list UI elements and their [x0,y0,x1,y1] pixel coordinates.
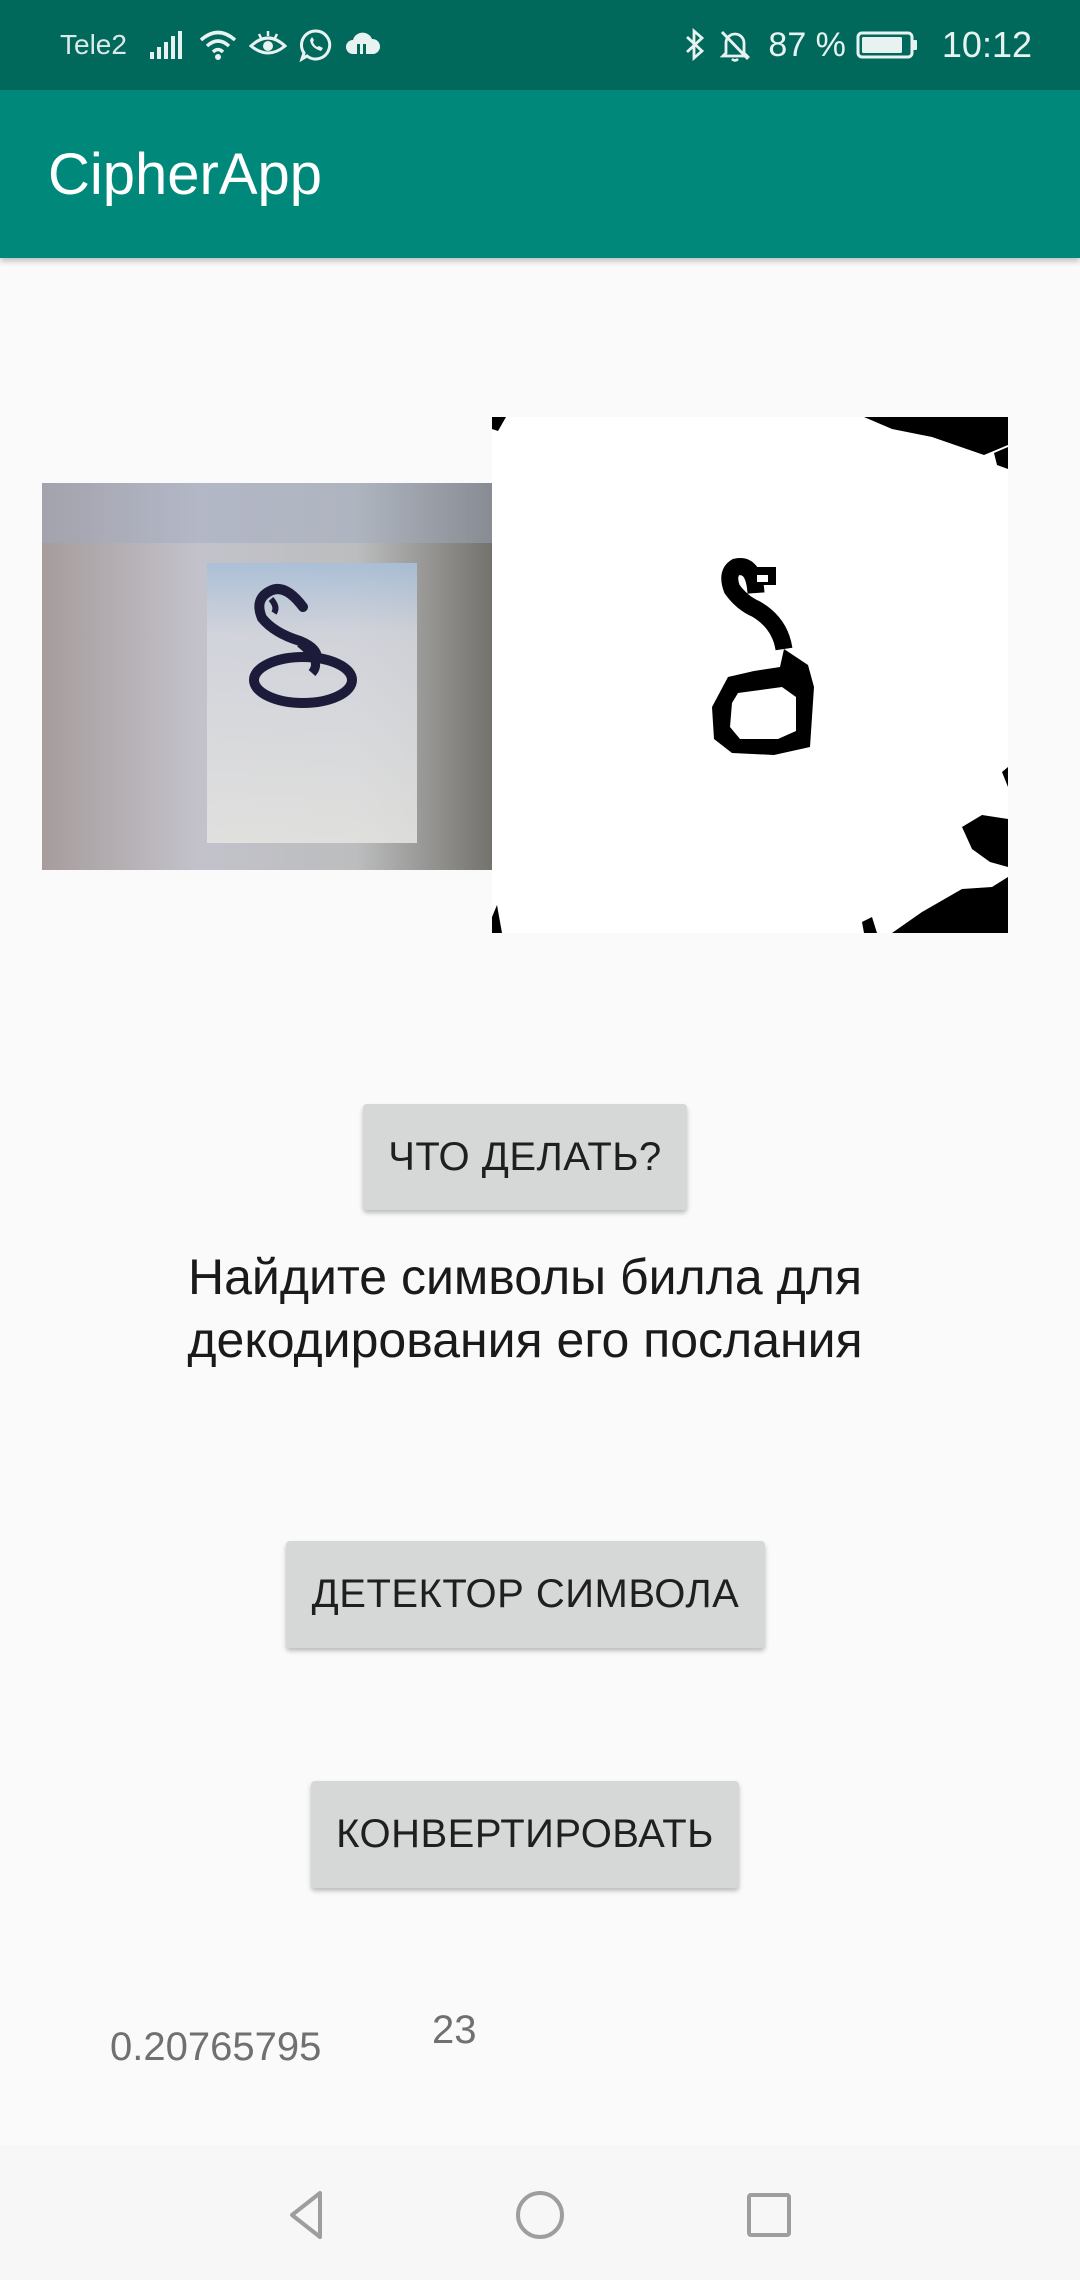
class-id-value: 23 [432,2008,477,2052]
cloud-icon [345,30,381,60]
status-right-group: 87 % 10:12 [684,0,1032,90]
status-left-group: Tele2 [60,0,393,90]
battery-icon [856,30,920,60]
status-bar: Tele2 87 % 10:12 [0,0,1080,90]
app-bar: CipherApp [0,90,1080,258]
navigation-bar [0,2145,1080,2280]
app-title: CipherApp [48,142,323,207]
home-button[interactable] [500,2175,580,2255]
recents-icon [747,2193,791,2237]
battery-percent: 87 % [768,25,846,64]
clock: 10:12 [941,24,1032,65]
eye-icon [248,30,287,60]
symbol-detector-button[interactable]: ДЕТЕКТОР СИМВОЛА [286,1541,765,1648]
signal-icon [149,30,187,60]
processed-photo [492,417,1008,933]
what-to-do-button[interactable]: ЧТО ДЕЛАТЬ? [363,1104,687,1210]
home-icon [516,2191,564,2239]
bell-off-icon [718,28,752,62]
bluetooth-icon [684,28,706,62]
carrier-name: Tele2 [60,29,127,60]
back-icon [290,2191,322,2239]
wifi-icon [199,29,237,61]
whatsapp-icon [299,28,333,62]
probability-value: 0.20765795 [110,2025,322,2069]
instruction-text: Найдите символы билла для декодирования … [187,1249,863,1368]
convert-button[interactable]: КОНВЕРТИРОВАТЬ [311,1781,739,1888]
recents-button[interactable] [729,2175,809,2255]
back-button[interactable] [268,2175,348,2255]
original-photo [42,483,492,870]
